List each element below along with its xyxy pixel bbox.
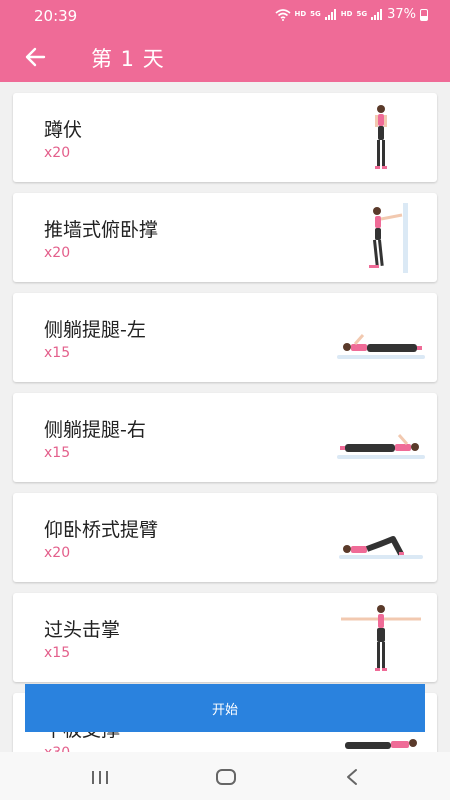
exercise-reps: x20 — [44, 245, 71, 261]
hd-label-1: HD — [294, 10, 307, 18]
side-leg-raise-left-illustration — [337, 334, 425, 359]
status-icons: HD 5G HD 5G 37% — [274, 7, 428, 22]
home-button[interactable] — [206, 762, 246, 792]
home-icon — [216, 769, 236, 785]
hd-label-2: HD — [340, 10, 353, 18]
status-time: 20:39 — [34, 7, 78, 25]
arrow-left-icon — [25, 47, 46, 67]
status-bar: 20:39 HD 5G HD 5G 37% — [0, 0, 450, 32]
side-leg-raise-right-illustration — [337, 434, 425, 459]
exercise-reps: x20 — [44, 145, 71, 161]
back-nav-button[interactable] — [332, 762, 372, 792]
network-label-1: 5G — [310, 10, 321, 18]
squat-illustration — [375, 105, 387, 169]
exercise-card[interactable]: 仰卧桥式提臂 x20 — [13, 493, 437, 582]
recent-apps-icon — [92, 771, 108, 784]
chevron-left-icon — [347, 769, 357, 785]
wall-pushup-illustration — [369, 203, 408, 273]
exercise-card[interactable]: 侧躺提腿-右 x15 — [13, 393, 437, 482]
page-title: 第 1 天 — [91, 47, 165, 71]
exercise-name: 仰卧桥式提臂 — [44, 519, 159, 541]
exercise-name: 侧躺提腿-左 — [44, 319, 146, 341]
bridge-arm-raise-illustration — [339, 536, 423, 559]
top-bar: 20:39 HD 5G HD 5G 37% 第 1 天 — [0, 0, 450, 82]
exercise-reps: x30 — [44, 745, 70, 752]
overhead-clap-illustration — [341, 605, 421, 671]
app-bar: 第 1 天 — [0, 32, 450, 82]
exercise-reps: x15 — [44, 645, 71, 661]
exercise-card[interactable]: 蹲伏 x20 — [13, 93, 437, 182]
exercise-name: 侧躺提腿-右 — [44, 419, 146, 441]
battery-percent: 37% — [387, 7, 416, 22]
exercise-reps: x20 — [44, 545, 71, 561]
back-button[interactable] — [18, 40, 52, 74]
battery-icon — [420, 8, 428, 21]
network-label-2: 5G — [356, 10, 368, 18]
system-nav-bar — [0, 752, 450, 800]
signal-icon — [371, 9, 383, 20]
exercise-name: 过头击掌 — [44, 619, 121, 641]
exercise-name: 推墙式俯卧撑 — [44, 219, 159, 241]
start-button[interactable]: 开始 — [25, 684, 425, 732]
exercise-list[interactable]: 蹲伏 x20 推墙式俯卧撑 x20 侧躺提腿-左 x15 侧躺提腿-右 x15 … — [0, 82, 450, 752]
recent-apps-button[interactable] — [80, 762, 120, 792]
exercise-card[interactable]: 过头击掌 x15 — [13, 593, 437, 682]
signal-icon — [324, 9, 337, 20]
exercise-reps: x15 — [44, 345, 71, 361]
exercise-card[interactable]: 推墙式俯卧撑 x20 — [13, 193, 437, 282]
exercise-card[interactable]: 侧躺提腿-左 x15 — [13, 293, 437, 382]
exercise-name: 蹲伏 — [44, 119, 83, 141]
wifi-icon — [274, 8, 291, 21]
exercise-reps: x15 — [44, 445, 71, 461]
